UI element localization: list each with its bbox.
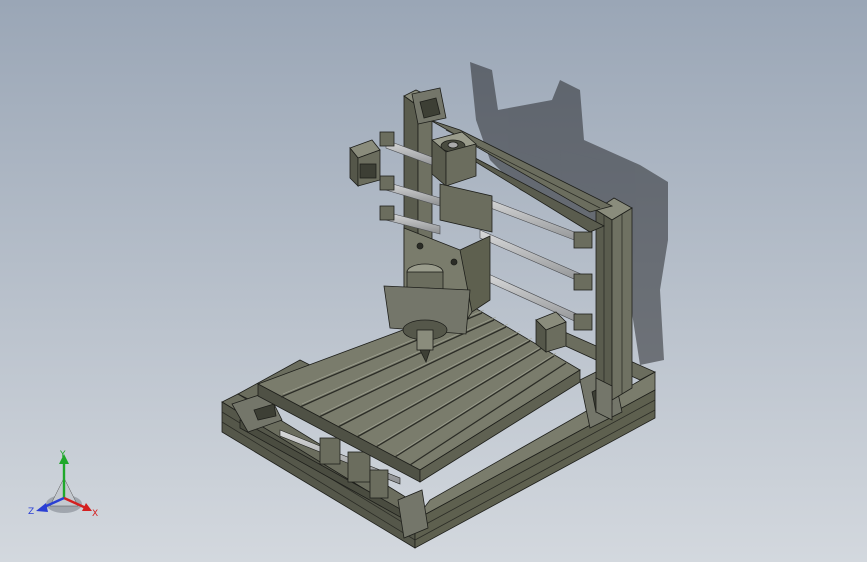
x-axis-label: X: [92, 509, 98, 519]
z-axis-label: Z: [28, 507, 34, 517]
orientation-triad[interactable]: Y X Z: [26, 448, 106, 524]
stepper-motor-x: [349, 139, 381, 187]
y-axis-label: Y: [59, 450, 66, 460]
graphics-viewport[interactable]: Y X Z: [0, 0, 867, 562]
cnc-router-model[interactable]: [0, 0, 867, 562]
gantry-right-upright: [595, 197, 633, 421]
z-axis-arrowhead: [36, 503, 48, 512]
stepper-motor-y: [535, 311, 567, 353]
stepper-motor-z: [431, 131, 477, 187]
top-bracket: [411, 87, 447, 125]
